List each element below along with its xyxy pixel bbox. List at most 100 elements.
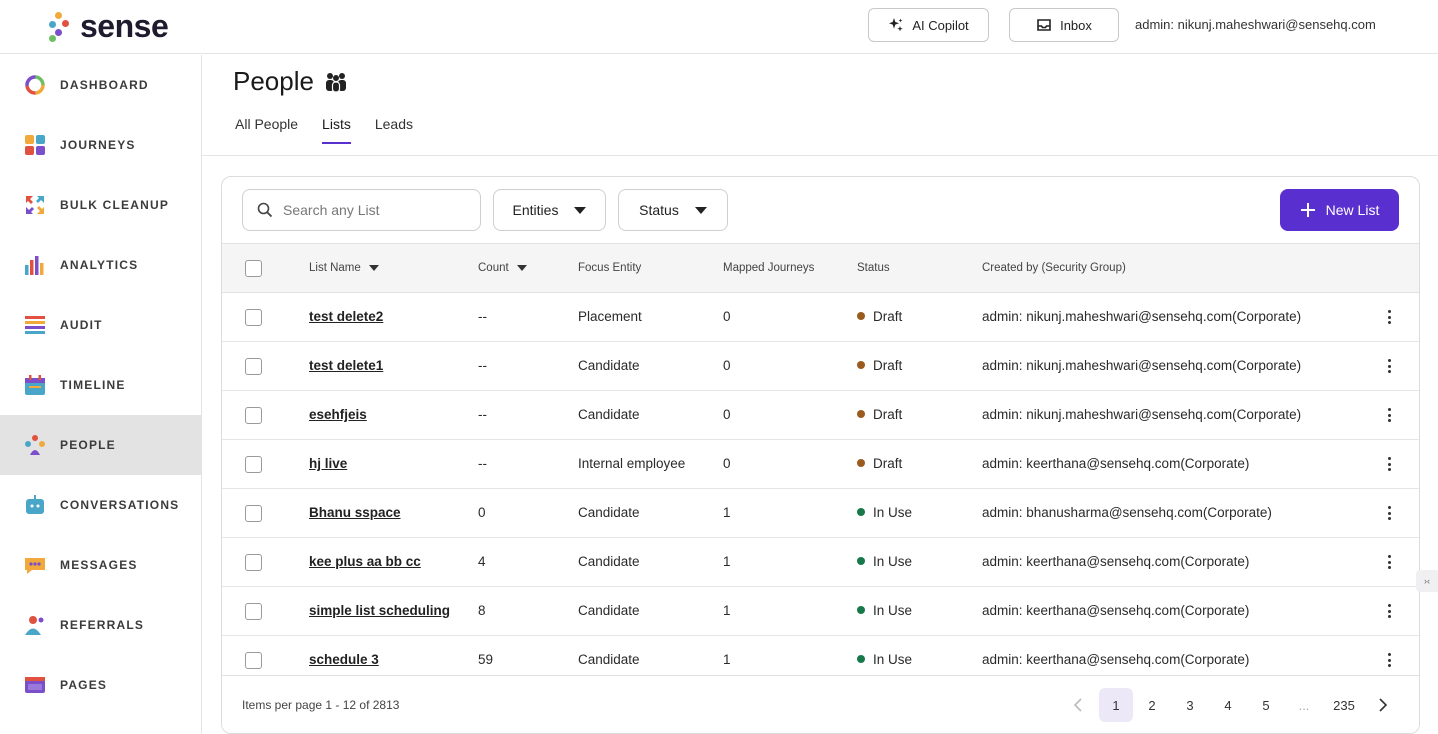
sidebar-item-pages[interactable]: PAGES xyxy=(0,655,201,715)
table-row[interactable]: test delete2 -- Placement 0 Draft admin: niku… xyxy=(222,293,1419,342)
sense-logo[interactable]: sense xyxy=(46,6,169,46)
row-menu-kebab-icon[interactable] xyxy=(1385,456,1393,472)
table-row[interactable]: Bhanu sspace 0 Candidate 1 In Use admin: bhan… xyxy=(222,489,1419,538)
sidebar-item-label: CONVERSATIONS xyxy=(60,498,180,512)
ai-copilot-button[interactable]: AI Copilot xyxy=(868,8,989,42)
search-input[interactable] xyxy=(283,202,463,218)
journeys-grid-icon xyxy=(25,135,45,155)
page-button[interactable]: 2 xyxy=(1142,688,1162,722)
audit-list-icon xyxy=(25,316,45,334)
column-list-name[interactable]: List Name xyxy=(309,262,379,274)
table-row[interactable]: simple list scheduling 8 Candidate 1 In Use a… xyxy=(222,587,1419,636)
status-badge: In Use xyxy=(857,554,912,569)
search-box[interactable] xyxy=(242,189,481,231)
people-group-icon xyxy=(25,435,45,455)
sidebar-item-people[interactable]: PEOPLE xyxy=(0,415,201,475)
list-name-link[interactable]: test delete2 xyxy=(309,309,383,324)
row-checkbox[interactable] xyxy=(245,603,262,620)
status-badge: Draft xyxy=(857,309,902,324)
page-button[interactable]: 3 xyxy=(1180,688,1200,722)
row-menu-kebab-icon[interactable] xyxy=(1385,652,1393,668)
row-checkbox[interactable] xyxy=(245,309,262,326)
row-menu-kebab-icon[interactable] xyxy=(1385,407,1393,423)
status-badge: Draft xyxy=(857,407,902,422)
list-name-link[interactable]: hj live xyxy=(309,456,347,471)
entities-dropdown[interactable]: Entities xyxy=(493,189,606,231)
row-checkbox[interactable] xyxy=(245,407,262,424)
sidebar-item-conversations[interactable]: CONVERSATIONS xyxy=(0,475,201,535)
ai-copilot-label: AI Copilot xyxy=(912,17,969,33)
sidebar-item-messages[interactable]: MESSAGES xyxy=(0,535,201,595)
sidebar-item-journeys[interactable]: JOURNEYS xyxy=(0,115,201,175)
status-text: Draft xyxy=(873,358,903,373)
row-checkbox[interactable] xyxy=(245,505,262,522)
list-name-link[interactable]: kee plus aa bb cc xyxy=(309,554,421,569)
inbox-button[interactable]: Inbox xyxy=(1009,8,1119,42)
page-button[interactable]: 5 xyxy=(1256,688,1276,722)
status-dropdown[interactable]: Status xyxy=(618,189,728,231)
sidebar-item-bulk-cleanup[interactable]: BULK CLEANUP xyxy=(0,175,201,235)
table-row[interactable]: schedule 3 59 Candidate 1 In Use admin: keert… xyxy=(222,636,1419,675)
row-menu-kebab-icon[interactable] xyxy=(1385,358,1393,374)
prev-page-button[interactable] xyxy=(1068,688,1088,722)
table-row[interactable]: hj live -- Internal employee 0 Draft admin: k… xyxy=(222,440,1419,489)
list-count: -- xyxy=(478,358,487,373)
page-title-text: People xyxy=(233,66,314,96)
row-menu-kebab-icon[interactable] xyxy=(1385,603,1393,619)
status-dot-icon xyxy=(857,312,865,320)
focus-entity: Placement xyxy=(578,309,642,324)
focus-entity: Candidate xyxy=(578,505,640,520)
tab-lists[interactable]: Lists xyxy=(322,116,351,144)
sidebar-item-timeline[interactable]: TIMELINE xyxy=(0,355,201,415)
status-text: Draft xyxy=(873,456,903,471)
page-tabs: All People Lists Leads xyxy=(235,116,413,144)
items-per-page-info: Items per page 1 - 12 of 2813 xyxy=(242,698,400,712)
table-row[interactable]: test delete1 -- Candidate 0 Draft admin: niku… xyxy=(222,342,1419,391)
table-row[interactable]: kee plus aa bb cc 4 Candidate 1 In Use admin:… xyxy=(222,538,1419,587)
mapped-journeys: 1 xyxy=(723,505,731,520)
column-count[interactable]: Count xyxy=(478,262,527,274)
bulk-cleanup-icon xyxy=(26,196,44,214)
column-label: Count xyxy=(478,262,509,274)
tab-all-people[interactable]: All People xyxy=(235,116,298,144)
sidebar-item-analytics[interactable]: ANALYTICS xyxy=(0,235,201,295)
next-page-button[interactable] xyxy=(1373,688,1393,722)
created-by: admin: nikunj.maheshwari@sensehq.com(Cor… xyxy=(982,358,1302,373)
page-button[interactable]: 1 xyxy=(1099,688,1133,722)
page-title: People xyxy=(233,66,348,97)
select-all-checkbox[interactable] xyxy=(245,260,262,277)
messages-bubble-icon xyxy=(25,558,45,574)
sidebar-item-audit[interactable]: AUDIT xyxy=(0,295,201,355)
people-icon xyxy=(325,72,346,92)
list-count: 59 xyxy=(478,652,494,667)
sidebar: DASHBOARD JOURNEYS BULK CLEANUP ANALYTIC… xyxy=(0,55,202,734)
status-text: Draft xyxy=(873,407,903,422)
mapped-journeys: 1 xyxy=(723,652,731,667)
sidebar-item-dashboard[interactable]: DASHBOARD xyxy=(0,55,201,115)
list-name-link[interactable]: simple list scheduling xyxy=(309,603,450,618)
row-checkbox[interactable] xyxy=(245,358,262,375)
row-checkbox[interactable] xyxy=(245,554,262,571)
side-panel-handle[interactable]: ›‹ xyxy=(1416,570,1438,592)
created-by: admin: bhanusharma@sensehq.com(Corporate… xyxy=(982,505,1272,520)
page-button[interactable]: 4 xyxy=(1218,688,1238,722)
row-checkbox[interactable] xyxy=(245,652,262,669)
referrals-person-icon xyxy=(25,616,44,635)
list-name-link[interactable]: Bhanu sspace xyxy=(309,505,401,520)
status-dot-icon xyxy=(857,459,865,467)
sidebar-item-referrals[interactable]: REFERRALS xyxy=(0,595,201,655)
row-menu-kebab-icon[interactable] xyxy=(1385,554,1393,570)
table-header: List Name Count Focus Entity Mapped Jour… xyxy=(222,243,1419,293)
new-list-button[interactable]: New List xyxy=(1280,189,1399,231)
status-text: In Use xyxy=(873,603,913,618)
list-name-link[interactable]: schedule 3 xyxy=(309,652,379,667)
row-checkbox[interactable] xyxy=(245,456,262,473)
list-name-link[interactable]: esehfjeis xyxy=(309,407,367,422)
tab-leads[interactable]: Leads xyxy=(375,116,413,144)
page-button[interactable]: 235 xyxy=(1328,688,1360,722)
row-menu-kebab-icon[interactable] xyxy=(1385,309,1393,325)
list-name-link[interactable]: test delete1 xyxy=(309,358,383,373)
table-row[interactable]: esehfjeis -- Candidate 0 Draft admin: nikunj.… xyxy=(222,391,1419,440)
current-user[interactable]: admin: nikunj.maheshwari@sensehq.com xyxy=(1135,17,1376,32)
row-menu-kebab-icon[interactable] xyxy=(1385,505,1393,521)
